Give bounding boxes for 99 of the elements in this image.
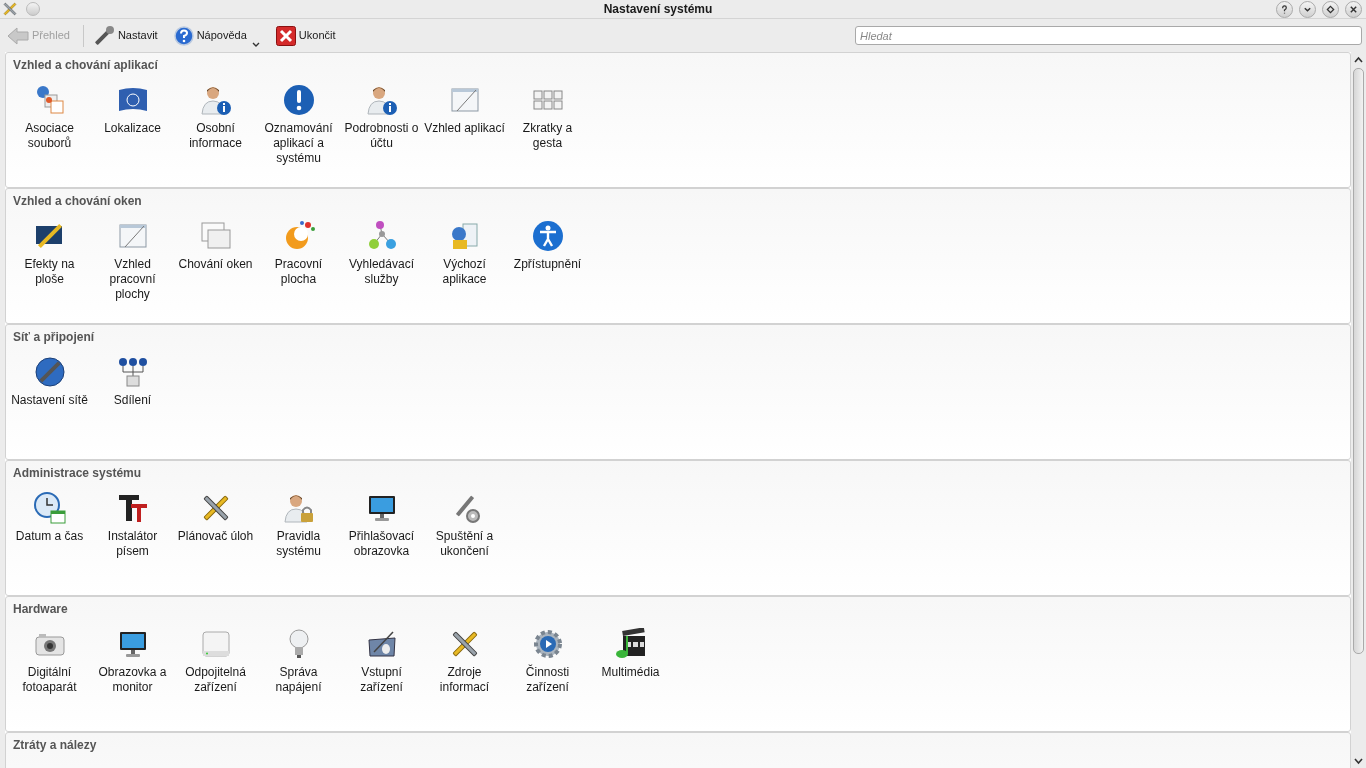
window-title: Nastavení systému [603,1,713,18]
module-label: Sdílení [112,393,153,408]
module-item[interactable]: Chování oken [174,220,257,302]
font-icon [116,492,149,524]
minimize-button[interactable] [1299,0,1316,18]
module-label: Zpřístupnění [512,257,583,272]
module-item[interactable]: Sdílení [91,356,174,408]
maximize-button[interactable] [1322,0,1339,18]
module-label: Pravidla systému [275,529,322,559]
module-label: Zkratky a gesta [521,121,574,151]
exclamation-icon [282,84,315,116]
module-label: Vyhledávací služby [348,257,415,287]
film-icon [614,628,647,660]
module-label: Vzhled aplikací [423,121,506,136]
toolbar-button[interactable]: Nastavit [89,21,161,50]
question-mark-icon [1280,4,1289,14]
module-label: Zdroje informací [438,665,491,695]
module-item[interactable]: Vyhledávací služby [340,220,423,302]
module-label: Činnosti zařízení [524,665,571,695]
gear-icon [531,628,564,660]
help-button[interactable] [1276,0,1293,18]
user-lock-icon [282,492,315,524]
module-label: Vstupní zařízení [359,665,404,695]
module-label: Pracovní plocha [273,257,324,287]
module-item[interactable]: Vzhled aplikací [423,84,506,166]
diamond-icon [1326,4,1335,14]
clock-icon [33,492,66,524]
module-item[interactable]: Odpojitelná zařízení [174,628,257,695]
module-label: Správa napájení [274,665,323,695]
module-item[interactable]: Efekty na ploše [8,220,91,302]
globe-icon [33,356,66,388]
module-item[interactable]: Zkratky a gesta [506,84,589,166]
module-item[interactable]: Pravidla systému [257,492,340,559]
module-label: Podrobnosti o účtu [343,121,420,151]
category-title: Administrace systému [12,465,143,481]
category-title: Síť a připojení [12,329,96,345]
module-label: Multimédia [600,665,661,680]
module-item[interactable]: Spuštění a ukončení [423,492,506,559]
module-item[interactable]: Pracovní plocha [257,220,340,302]
module-item[interactable]: Přihlašovací obrazovka [340,492,423,559]
category-title: Hardware [12,601,69,617]
toolbar-button[interactable]: Nápověda [170,21,263,50]
network-icon [116,356,149,388]
module-label: Osobní informace [188,121,243,151]
scroll-down-icon[interactable] [1354,757,1363,765]
module-label: Nastavení sítě [10,393,89,408]
module-label: Vzhled pracovní plochy [108,257,157,302]
module-item[interactable]: Zpřístupnění [506,220,589,302]
caret-icon [251,41,260,48]
module-item[interactable]: Zdroje informací [423,628,506,695]
module-item[interactable]: Podrobnosti o účtu [340,84,423,166]
module-label: Datum a čas [14,529,85,544]
toolbar-button[interactable]: Ukončit [272,21,339,50]
module-item[interactable]: Správa napájení [257,628,340,695]
module-label: Chování oken [177,257,254,272]
user-info-icon [199,84,232,116]
module-item[interactable]: Lokalizace [91,84,174,166]
module-item[interactable]: Oznamování aplikací a systému [257,84,340,166]
module-item[interactable]: Plánovač úloh [174,492,257,559]
module-item[interactable]: Vzhled pracovní plochy [91,220,174,302]
scrollbar-thumb[interactable] [1353,68,1364,654]
module-label: Lokalizace [103,121,162,136]
module-item[interactable]: Činnosti zařízení [506,628,589,695]
module-item[interactable]: Digitální fotoaparát [8,628,91,695]
search-field[interactable]: Hledat [855,26,1362,45]
module-label: Spuštění a ukončení [434,529,495,559]
module-label: Výchozí aplikace [441,257,488,287]
module-label: Obrazovka a monitor [97,665,168,695]
close-icon [1349,4,1358,14]
module-item[interactable]: Vstupní zařízení [340,628,423,695]
module-label: Odpojitelná zařízení [184,665,247,695]
drive-icon [199,628,232,660]
module-item[interactable]: Asociace souborů [8,84,91,166]
help-icon [173,25,194,46]
category-title: Vzhled a chování aplikací [12,57,159,73]
module-item[interactable]: Multimédia [589,628,672,695]
category-title: Ztráty a nálezy [12,737,98,753]
accessibility-icon [531,220,564,252]
user-info-icon [365,84,398,116]
module-item[interactable]: Osobní informace [174,84,257,166]
module-item[interactable]: Nastavení sítě [8,356,91,408]
module-item[interactable]: Obrazovka a monitor [91,628,174,695]
module-label: Oznamování aplikací a systému [263,121,334,166]
module-item[interactable]: Výchozí aplikace [423,220,506,302]
module-label: Přihlašovací obrazovka [347,529,416,559]
module-item[interactable]: Instalátor písem [91,492,174,559]
close-button[interactable] [1345,0,1362,18]
module-label: Efekty na ploše [23,257,76,287]
module-label: Plánovač úloh [176,529,255,544]
windows-icon [199,220,232,252]
category-title: Vzhled a chování oken [12,193,143,209]
module-label: Digitální fotoaparát [21,665,78,695]
close-icon [275,25,296,46]
module-label: Instalátor písem [106,529,159,559]
back-arrow-icon [7,26,29,45]
module-item[interactable]: Datum a čas [8,492,91,559]
module-label: Asociace souborů [24,121,75,151]
tools-icon [2,1,18,17]
scroll-up-icon[interactable] [1354,56,1363,64]
